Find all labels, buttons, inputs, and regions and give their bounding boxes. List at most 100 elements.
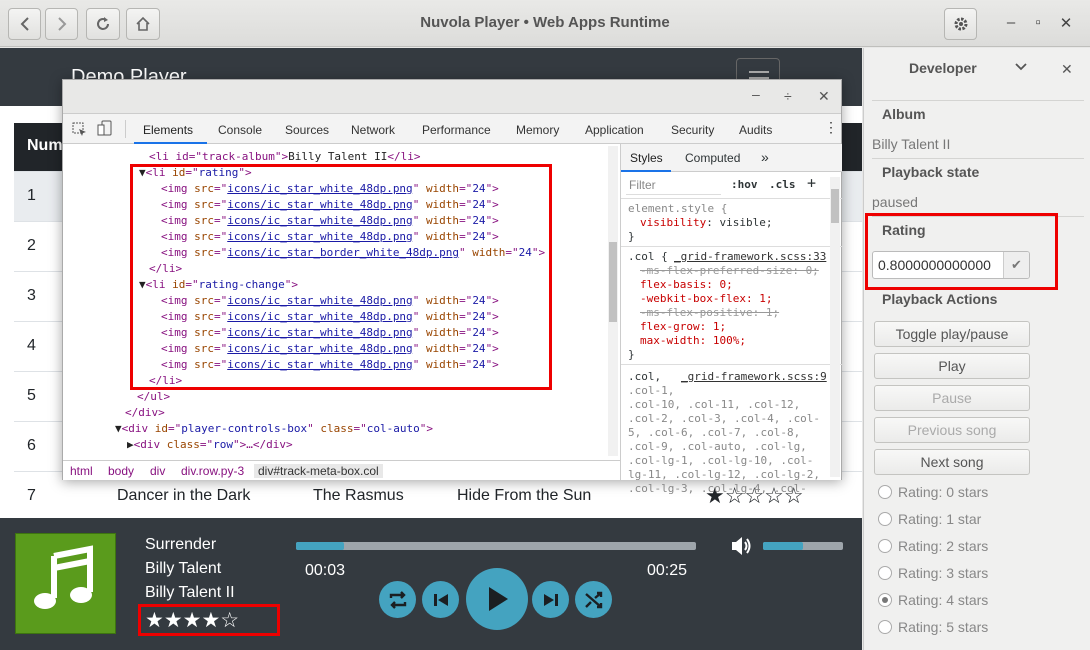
sidebar-title: Developer (909, 60, 977, 76)
rating-radio-label: Rating: 5 stars (898, 619, 989, 635)
dom-line-player-controls[interactable]: ▼<div id="player-controls-box" class="co… (115, 421, 433, 437)
toggle-play-pause-button[interactable]: Toggle play/pause (874, 321, 1030, 347)
playback-actions-label: Playback Actions (882, 291, 998, 307)
css-property[interactable]: flex-grow: 1; (640, 320, 726, 334)
progress-fill (296, 542, 344, 550)
radio-icon[interactable] (878, 485, 892, 499)
css-property[interactable]: -ms-flex-preferred-size: 0; (640, 264, 819, 278)
skip-previous-icon (433, 593, 448, 606)
music-note-icon (34, 545, 93, 609)
progress-bar[interactable] (296, 542, 696, 550)
minimize-icon[interactable]: – (1001, 14, 1021, 31)
developer-sidebar: Developer ✕ Album Billy Talent II Playba… (863, 48, 1090, 650)
radio-icon[interactable] (878, 512, 892, 526)
tab-elements[interactable]: Elements (143, 123, 193, 137)
add-rule-icon[interactable]: + (807, 174, 816, 192)
dom-line-div-close[interactable]: </div> (125, 405, 165, 421)
rating-radio-3[interactable]: Rating: 3 stars (878, 565, 988, 581)
col2-source-link[interactable]: _grid-framework.scss:9 (681, 370, 827, 384)
cell-num: 2 (27, 237, 36, 254)
breadcrumb-item[interactable]: html (70, 464, 93, 478)
tab-styles[interactable]: Styles (630, 151, 663, 165)
maximize-icon[interactable]: ▫ (1028, 14, 1048, 31)
styles-filter-input[interactable]: Filter (626, 175, 721, 195)
cell-num: 3 (27, 287, 36, 304)
hov-toggle[interactable]: :hov (731, 178, 758, 191)
css-selector-line: 5, .col-6, .col-7, .col-8, (628, 426, 801, 439)
col-selector: .col { (628, 250, 668, 263)
devtools-tabs: Elements Console Sources Network Perform… (63, 114, 841, 144)
volume-icon[interactable] (730, 535, 754, 562)
tab-memory[interactable]: Memory (516, 123, 559, 137)
device-toolbar-icon[interactable] (97, 120, 112, 137)
play-button[interactable] (466, 568, 528, 630)
tab-performance[interactable]: Performance (422, 123, 491, 137)
breadcrumb-item[interactable]: div.row.py-3 (181, 464, 244, 478)
radio-icon[interactable] (878, 593, 892, 607)
elapsed-time: 00:03 (305, 562, 346, 579)
tab-sources[interactable]: Sources (285, 123, 329, 137)
css-selector-line: .col-2, .col-3, .col-4, .col- (628, 412, 821, 425)
col2-selector: .col, (628, 370, 662, 383)
css-property[interactable]: visibility: visible; (640, 216, 772, 230)
radio-icon[interactable] (878, 539, 892, 553)
radio-icon[interactable] (878, 620, 892, 634)
breadcrumb-item[interactable]: body (108, 464, 134, 478)
previous-button[interactable] (422, 581, 459, 618)
volume-fill (763, 542, 803, 550)
shuffle-button[interactable] (575, 581, 612, 618)
css-property[interactable]: -webkit-box-flex: 1; (640, 292, 772, 306)
tab-application[interactable]: Application (585, 123, 644, 137)
css-property[interactable]: max-width: 100%; (640, 334, 746, 348)
next-button[interactable] (532, 581, 569, 618)
radio-icon[interactable] (878, 566, 892, 580)
rating-radio-label: Rating: 4 stars (898, 592, 989, 608)
previous-song-button[interactable]: Previous song (874, 417, 1030, 443)
next-song-button[interactable]: Next song (874, 449, 1030, 475)
minimize-icon[interactable]: – (752, 86, 760, 102)
tab-audits[interactable]: Audits (739, 123, 772, 137)
css-selector-line: .col-lg-1, .col-lg-10, .col- (628, 454, 814, 467)
styles-tabs: Styles Computed » (621, 144, 842, 172)
close-icon[interactable]: ✕ (1061, 61, 1073, 78)
styles-scrollbar[interactable] (830, 177, 840, 477)
rating-radio-5[interactable]: Rating: 5 stars (878, 619, 988, 635)
col-source-link[interactable]: _grid-framework.scss:33 (674, 250, 826, 264)
tab-computed[interactable]: Computed (685, 151, 740, 165)
volume-slider[interactable] (763, 542, 843, 550)
rating-radio-2[interactable]: Rating: 2 stars (878, 538, 988, 554)
rating-radio-4[interactable]: Rating: 4 stars (878, 592, 988, 608)
player-track-title: Surrender (145, 536, 217, 553)
chevron-down-icon[interactable] (1015, 62, 1027, 72)
rating-radio-0[interactable]: Rating: 0 stars (878, 484, 988, 500)
element-style-selector: element.style { (628, 202, 728, 215)
tab-network[interactable]: Network (351, 123, 395, 137)
css-property[interactable]: -ms-flex-positive: 1; (640, 306, 779, 320)
tab-console[interactable]: Console (218, 123, 262, 137)
dom-line-ul-close[interactable]: </ul> (137, 389, 170, 405)
breadcrumb-item-active[interactable]: div#track-meta-box.col (254, 464, 383, 478)
album-value: Billy Talent II (872, 136, 951, 152)
more-tabs-icon[interactable]: » (761, 149, 769, 165)
close-icon[interactable]: ✕ (1056, 14, 1076, 32)
rating-radio-1[interactable]: Rating: 1 star (878, 511, 981, 527)
play-button[interactable]: Play (874, 353, 1030, 379)
dock-icon[interactable]: ÷ (784, 88, 792, 104)
inspect-icon[interactable] (72, 122, 87, 137)
css-property[interactable]: flex-basis: 0; (640, 278, 733, 292)
dom-line-track-album[interactable]: <li id="track-album">Billy Talent II</li… (149, 149, 421, 165)
breadcrumb-item[interactable]: div (150, 464, 165, 478)
tab-security[interactable]: Security (671, 123, 714, 137)
window-title: Nuvola Player • Web Apps Runtime (420, 14, 670, 31)
dom-line-row[interactable]: ▶<div class="row">…</div> (127, 437, 293, 453)
more-menu-icon[interactable]: ⋮ (824, 119, 838, 136)
settings-button[interactable] (944, 8, 977, 40)
pause-button[interactable]: Pause (874, 385, 1030, 411)
elements-scrollbar[interactable] (608, 146, 618, 456)
cls-toggle[interactable]: .cls (769, 178, 796, 191)
rating-radio-label: Rating: 0 stars (898, 484, 989, 500)
repeat-button[interactable] (379, 581, 416, 618)
styles-pane: Styles Computed » Filter :hov .cls + ele… (620, 144, 842, 495)
cell-num: 7 (27, 487, 36, 504)
close-icon[interactable]: ✕ (818, 88, 830, 105)
